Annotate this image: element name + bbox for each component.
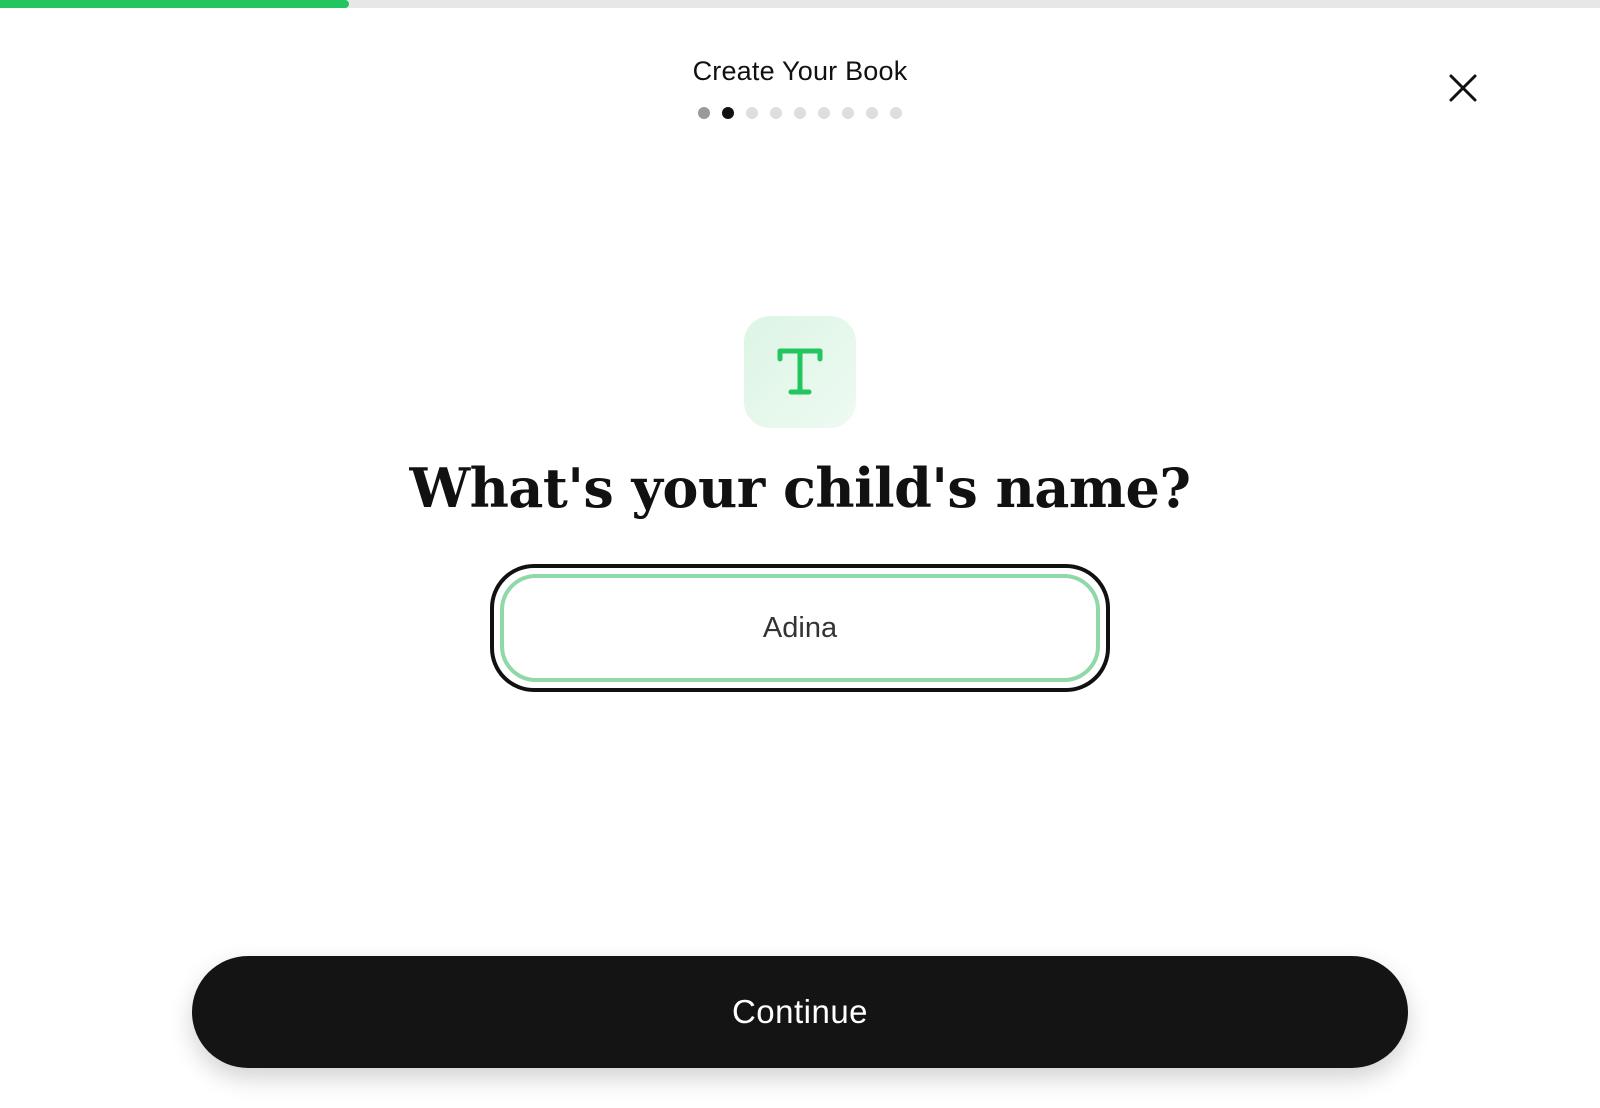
create-book-step-page: Create Your Book What's your child's nam…: [0, 0, 1600, 1108]
step-dot: [866, 107, 878, 119]
close-icon: [1449, 74, 1477, 102]
progress-bar-fill: [0, 0, 349, 8]
step-dot: [770, 107, 782, 119]
step-dot: [818, 107, 830, 119]
child-name-input[interactable]: [500, 574, 1100, 682]
name-input-frame: [490, 564, 1110, 692]
step-dot: [698, 107, 710, 119]
step-icon-tile: [744, 316, 856, 428]
continue-button[interactable]: Continue: [192, 956, 1408, 1068]
close-button[interactable]: [1441, 66, 1485, 110]
step-dot: [722, 107, 734, 119]
page-title: Create Your Book: [692, 56, 908, 86]
step-dot: [746, 107, 758, 119]
step-dot: [890, 107, 902, 119]
question-heading: What's your child's name?: [409, 456, 1191, 520]
step-indicator: [0, 107, 1600, 119]
progress-bar: [0, 0, 1600, 8]
step-dot: [842, 107, 854, 119]
step-dot: [794, 107, 806, 119]
text-type-icon: [777, 348, 823, 395]
